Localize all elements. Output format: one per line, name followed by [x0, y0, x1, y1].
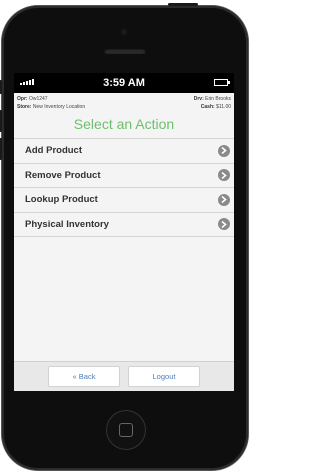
session-info: Opr: Ow1247 Drv: Erin Brooks Store: New …	[14, 93, 234, 111]
mute-switch	[0, 80, 2, 94]
action-remove-product[interactable]: Remove Product	[14, 163, 234, 188]
action-label: Remove Product	[25, 169, 101, 181]
status-bar: 3:59 AM	[14, 73, 234, 93]
chevron-right-icon	[218, 144, 230, 157]
camera-icon	[120, 28, 128, 36]
page-title: Select an Action	[73, 116, 175, 132]
action-lookup-product[interactable]: Lookup Product	[14, 188, 234, 213]
cash-value: $11.00	[216, 104, 231, 110]
action-physical-inventory[interactable]: Physical Inventory	[14, 212, 234, 237]
operator-label: Opr:	[17, 96, 28, 102]
footer-bar: « Back Logout	[14, 361, 234, 391]
driver-value: Erin Brooks	[205, 96, 231, 102]
store-label: Store:	[17, 104, 32, 110]
power-button	[168, 3, 198, 6]
chevron-right-icon	[218, 218, 230, 231]
action-label: Lookup Product	[25, 194, 98, 206]
action-label: Physical Inventory	[25, 218, 109, 230]
signal-icon	[20, 79, 34, 85]
logout-button[interactable]: Logout	[128, 366, 200, 387]
home-square-icon	[119, 423, 133, 437]
action-list: Add Product Remove Product Lookup Produc…	[14, 138, 234, 237]
status-time: 3:59 AM	[103, 77, 145, 89]
operator-value: Ow1247	[28, 96, 48, 102]
battery-icon	[214, 79, 230, 86]
chevron-right-icon	[218, 193, 230, 206]
volume-up-button	[0, 110, 2, 132]
volume-down-button	[0, 138, 2, 160]
earpiece	[104, 48, 146, 54]
action-add-product[interactable]: Add Product	[14, 139, 234, 164]
store-value: New Inventory Location	[32, 104, 86, 110]
app-screen: 3:59 AM Opr: Ow1247 Drv: Erin Brooks Sto…	[14, 73, 234, 391]
driver-label: Drv:	[193, 96, 204, 102]
action-label: Add Product	[25, 145, 82, 157]
cash-label: Cash:	[200, 104, 215, 110]
home-button-icon[interactable]	[106, 410, 146, 450]
back-button[interactable]: « Back	[48, 366, 120, 387]
chevron-right-icon	[218, 169, 230, 182]
